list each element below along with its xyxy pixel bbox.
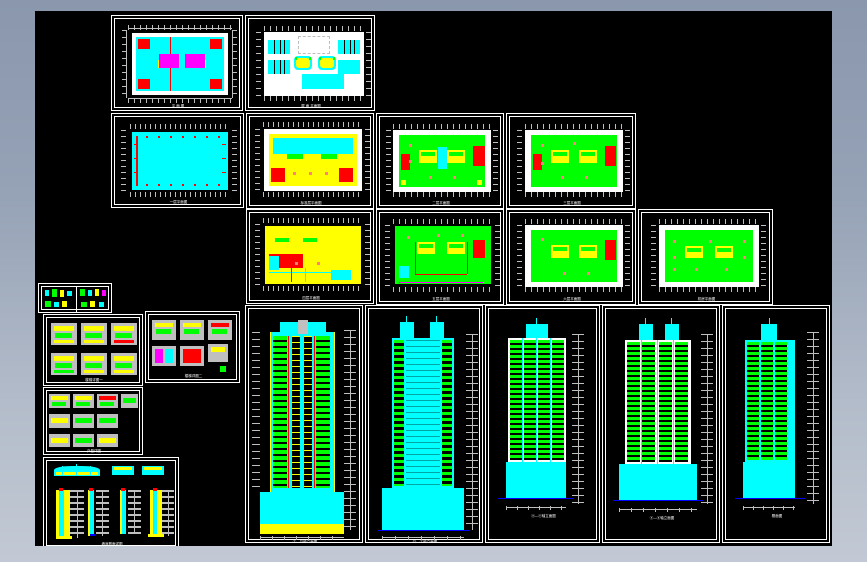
unit-detail-sheet[interactable]: 户型详图 — [43, 387, 143, 455]
section-detail-sheet[interactable]: 墙身剔面详图 — [43, 457, 179, 546]
sheet-caption: 机房平面图 — [697, 297, 716, 301]
floor-plan-sheet[interactable]: 三层平面图 — [506, 113, 636, 209]
sheet-caption: 六层平面图 — [563, 297, 581, 301]
sheet-caption: 楼梯详图一 — [85, 378, 103, 382]
floor-plan-sheet[interactable]: 二层平面图 — [376, 113, 504, 209]
sheet-caption: ⑫—①轴立面图 — [412, 540, 438, 542]
sheet-caption: 五层平面图 — [432, 297, 450, 301]
plan-drawing-body: 三层平面图 — [507, 114, 635, 208]
cad-drawing-canvas[interactable]: 平 面 图 屋 面 平面图 一层平面图 标准层平面图 二层平面图 三层平面图 四… — [35, 11, 832, 546]
elevation-sheet[interactable]: 剔面图 — [722, 305, 830, 543]
sheet-caption: ⓔ—ⓐ轴立面图 — [649, 516, 675, 520]
section-drawing-body: 剔面图 — [723, 306, 829, 542]
elevation-sheet[interactable]: ⑫—①轴立面图 — [365, 305, 483, 543]
sheet-caption: ①—⑫轴立面图 — [292, 540, 318, 542]
sheet-caption: 楼梯详图二 — [184, 374, 203, 378]
stair-detail-sheet[interactable]: 楼梯详图二 — [145, 311, 240, 383]
sheet-caption: 四层平面图 — [302, 296, 320, 300]
sheet-caption: ⓐ—ⓔ轴立面图 — [531, 514, 556, 518]
floor-plan-sheet[interactable]: 屋 面 平面图 — [245, 15, 375, 111]
elevation-drawing-body: ①—⑫轴立面图 — [246, 306, 362, 542]
elevation-sheet[interactable]: ⓐ—ⓔ轴立面图 — [485, 305, 600, 543]
plan-drawing-body: 六层平面图 — [507, 210, 635, 304]
cad-viewer-window: 平 面 图 屋 面 平面图 一层平面图 标准层平面图 二层平面图 三层平面图 四… — [0, 0, 867, 562]
elevation-drawing-body: ⑫—①轴立面图 — [366, 306, 482, 542]
roof-plan-drawing-body: 屋 面 平面图 — [246, 16, 374, 110]
sheet-caption: 二层平面图 — [432, 201, 450, 205]
sheet-caption: 标准层平面图 — [300, 201, 322, 205]
plan-drawing-body: 一层平面图 — [112, 114, 243, 207]
floor-plan-sheet[interactable]: 一层平面图 — [111, 113, 244, 208]
sheet-caption: 屋 面 平面图 — [301, 104, 321, 108]
detail-strip-sheet[interactable] — [38, 283, 112, 313]
floor-plan-sheet[interactable]: 六层平面图 — [506, 209, 636, 305]
sheet-caption: 平 面 图 — [171, 104, 185, 108]
elevation-drawing-body: ⓔ—ⓐ轴立面图 — [603, 306, 719, 542]
floor-plan-sheet[interactable]: 五层平面图 — [376, 209, 504, 305]
floor-plan-sheet[interactable]: 标准层平面图 — [246, 113, 374, 209]
plan-drawing-body: 标准层平面图 — [247, 114, 373, 208]
unit-grid-body: 户型详图 — [44, 388, 142, 454]
floor-plan-sheet[interactable]: 平 面 图 — [111, 15, 243, 111]
plan-drawing-body: 二层平面图 — [377, 114, 503, 208]
sheet-caption: 户型详图 — [87, 449, 101, 453]
unit-grid-body: 楼梯详图二 — [146, 312, 239, 382]
elevation-sheet[interactable]: ①—⑫轴立面图 — [245, 305, 363, 543]
sheet-caption: 三层平面图 — [563, 201, 581, 205]
sheet-caption: 剔面图 — [771, 514, 783, 518]
sheet-caption: 一层平面图 — [169, 200, 188, 204]
unit-grid-body: 楼梯详图一 — [44, 315, 142, 385]
detail-strip-body — [39, 284, 111, 312]
stair-detail-sheet[interactable]: 楼梯详图一 — [43, 314, 143, 386]
elevation-sheet[interactable]: ⓔ—ⓐ轴立面图 — [602, 305, 720, 543]
floor-plan-sheet[interactable]: 机房平面图 — [638, 209, 773, 305]
plan-drawing-body: 五层平面图 — [377, 210, 503, 304]
plan-drawing-body: 四层平面图 — [247, 210, 373, 303]
plan-drawing-body: 平 面 图 — [112, 16, 242, 110]
plan-drawing-body: 机房平面图 — [639, 210, 772, 304]
sheet-caption: 墙身剔面详图 — [101, 542, 123, 546]
section-detail-body: 墙身剔面详图 — [44, 458, 178, 546]
elevation-drawing-body: ⓐ—ⓔ轴立面图 — [486, 306, 599, 542]
floor-plan-sheet[interactable]: 四层平面图 — [246, 209, 374, 304]
